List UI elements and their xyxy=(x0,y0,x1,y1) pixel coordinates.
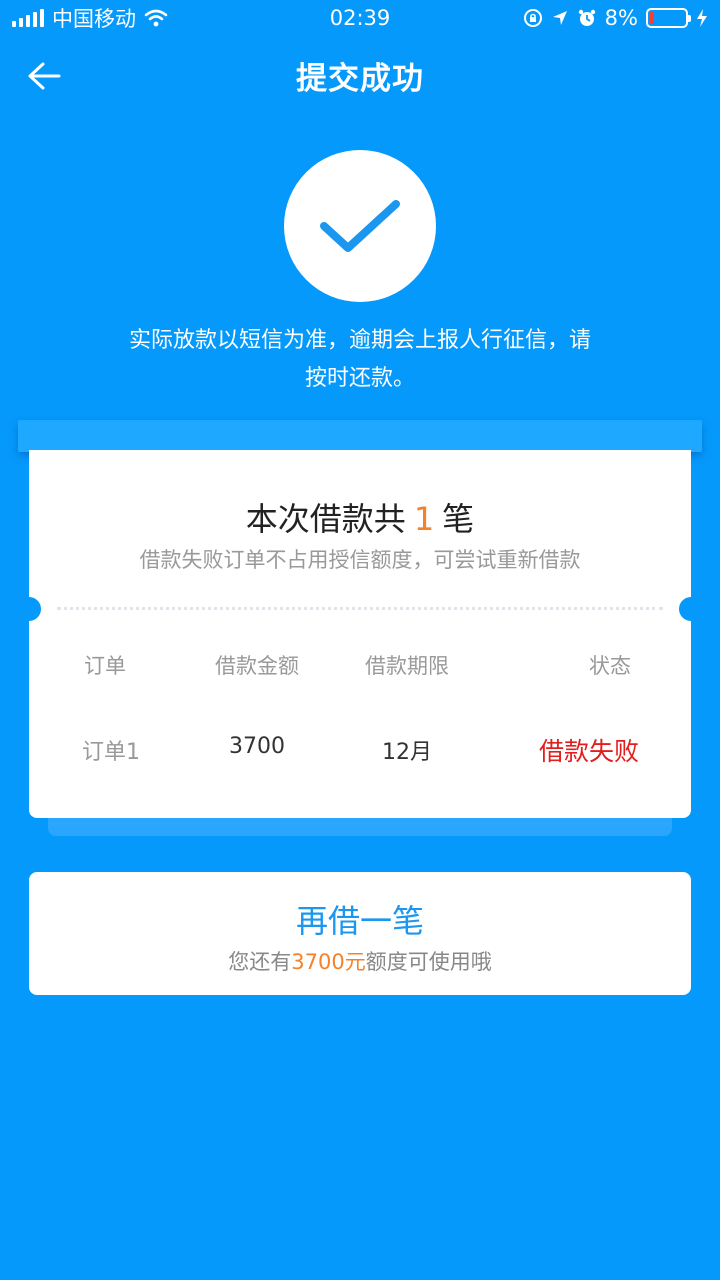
order-cell: 订单1 xyxy=(82,740,140,765)
dotted-divider xyxy=(57,607,663,610)
reborrow-sub-suffix: 额度可使用哦 xyxy=(365,950,492,974)
notice-line-1: 实际放款以短信为准，逾期会上报人行征信，请 xyxy=(128,328,591,353)
status-right: 8% xyxy=(523,6,708,30)
success-notice: 实际放款以短信为准，逾期会上报人行征信，请 按时还款。 xyxy=(100,322,620,398)
ticket-title-suffix: 笔 xyxy=(442,500,475,538)
term-cell: 12月 xyxy=(382,740,432,765)
ticket-title-prefix: 本次借款共 xyxy=(245,500,406,538)
location-icon xyxy=(552,11,567,25)
loan-count: 1 xyxy=(413,500,435,538)
nav-header: 提交成功 xyxy=(0,40,720,110)
amount-cell: 3700 xyxy=(229,734,285,759)
back-button[interactable] xyxy=(22,54,66,98)
ticket-subtitle: 借款失败订单不占用授信额度，可尝试重新借款 xyxy=(139,548,581,572)
wifi-icon xyxy=(144,9,168,27)
reborrow-title: 再借一笔 xyxy=(295,902,424,940)
column-header-status: 状态 xyxy=(589,654,631,678)
column-header-order: 订单 xyxy=(84,654,126,678)
page-title: 提交成功 xyxy=(296,60,424,97)
ticket-notch-right xyxy=(679,597,691,621)
rotation-lock-icon xyxy=(523,9,542,27)
reborrow-button[interactable]: 再借一笔 您还有3700元额度可使用哦 xyxy=(29,872,691,995)
status-left: 中国移动 xyxy=(12,3,168,33)
back-arrow-icon xyxy=(28,62,61,90)
status-cell: 借款失败 xyxy=(538,737,639,766)
available-amount: 3700元 xyxy=(291,950,366,974)
loan-ticket-card: 本次借款共 1 笔 借款失败订单不占用授信额度，可尝试重新借款 订单 借款金额 借款… xyxy=(29,450,691,818)
status-bar: 中国移动 02:39 8% xyxy=(0,0,720,36)
battery-percent: 8% xyxy=(604,6,638,30)
reborrow-subtitle: 您还有3700元额度可使用哦 xyxy=(29,946,691,976)
ticket-slot xyxy=(18,420,702,452)
battery-icon xyxy=(646,8,691,28)
signal-icon xyxy=(12,9,44,27)
carrier-label: 中国移动 xyxy=(52,7,136,31)
charging-icon xyxy=(697,9,707,27)
success-check-circle xyxy=(284,150,436,302)
ticket-title: 本次借款共 1 笔 xyxy=(29,494,691,540)
checkmark-icon xyxy=(320,200,400,252)
reborrow-sub-prefix: 您还有 xyxy=(228,950,292,974)
column-header-amount: 借款金额 xyxy=(215,654,299,678)
alarm-icon xyxy=(578,9,595,26)
ticket-notch-left xyxy=(29,597,41,621)
notice-line-2: 按时还款。 xyxy=(304,366,415,391)
column-header-term: 借款期限 xyxy=(365,654,449,678)
